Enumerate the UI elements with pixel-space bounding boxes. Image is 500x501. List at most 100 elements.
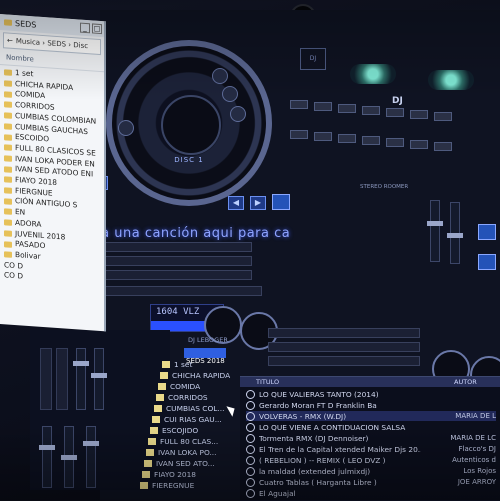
playlist-header: TITULO AUTOR [240,377,500,387]
mixer-button[interactable] [362,136,380,145]
folder-icon [144,460,152,467]
tree-item[interactable]: ESCOJIDO [150,426,198,435]
track-title: Gerardo Moran FT D Franklin Ba [259,400,377,410]
tree-item[interactable]: IVAN LOKA PO... [146,448,217,457]
mixer-button[interactable] [314,132,332,141]
track-title: la maldad (extended julmixdj) [259,466,371,476]
deck-knob[interactable] [222,86,238,102]
deck-knob[interactable] [230,106,246,122]
explorer-list: 1 set CHICHA RAPIDA COMIDA CORRIDOS CUMB… [0,65,104,288]
folder-icon [152,416,160,423]
track-icon [246,389,255,399]
tree-item-label: IVAN SED ATO... [156,459,215,468]
playlist-row[interactable]: Gerardo Moran FT D Franklin Ba [246,400,496,410]
folder-icon [4,144,12,152]
track-title: Cuatro Tablas ( Harganta Libre ) [259,477,377,487]
mixer-button[interactable] [410,140,428,149]
playlist-row[interactable]: LO QUE VIENE A CONTIDUACION SALSA [246,422,496,432]
control-row[interactable] [268,342,420,352]
track-title: El Aguajal [259,488,296,498]
tree-item[interactable]: 1 set [162,360,192,369]
control-row[interactable] [268,356,420,366]
mixer-panel: STEREO ROOMER [280,90,500,264]
tree-item-label: FULL 80 CLAS... [160,437,219,446]
play-button[interactable] [272,194,290,210]
tree-item[interactable]: CHICHA RAPIDA [160,371,230,380]
folder-icon [4,101,12,109]
tree-item[interactable]: FIAYO 2018 [142,470,196,479]
mixer-button[interactable] [386,108,404,117]
disc-label: DISC 1 [174,156,204,164]
side-button[interactable] [478,224,496,240]
mixer-button[interactable] [314,102,332,111]
tree-item[interactable]: CORRIDOS [156,393,208,402]
channel-fader[interactable] [427,200,443,262]
mixer-button[interactable] [386,138,404,147]
mixer-button[interactable] [290,130,308,139]
playlist-row[interactable]: VOLVERAS - RMX (W.DJ) MARIA DE L [246,411,496,421]
playlist-table: TITULO AUTOR LO QUE VALIERAS TANTO (2014… [240,376,500,501]
mixer-label: STEREO ROOMER [360,184,409,190]
side-button[interactable] [478,254,496,270]
tree-item[interactable]: COMIDA [158,382,200,391]
channel-fader[interactable] [447,202,463,264]
tree-item[interactable]: IVAN SED ATO... [144,459,215,468]
tree-item[interactable]: FULL 80 CLAS... [148,437,218,446]
column-title[interactable]: TITULO [256,378,279,386]
tree-selected[interactable]: SEDS 2018 [184,348,226,365]
tree-item[interactable]: CUI RIAS GAU... [152,415,222,424]
mixer-button[interactable] [362,106,380,115]
track-icon [246,477,255,487]
channel-fader[interactable] [83,426,99,488]
track-artist: MARIA DE L [455,412,496,420]
folder-icon [162,361,170,368]
folder-icon [4,80,12,87]
back-icon[interactable]: ← [7,33,13,47]
tree-item-label: FIEREGNUE [152,481,195,490]
track-icon [246,433,255,443]
tree-item[interactable]: FIEREGNUE [140,481,194,490]
minimize-button[interactable]: _ [80,22,90,34]
channel-fader[interactable] [91,348,107,410]
playlist-row[interactable]: El Aguajal [246,488,496,498]
tree-item[interactable]: CUMBIAS COL... [154,404,224,413]
mixer-button[interactable] [434,142,452,151]
prev-button[interactable]: ◀ [228,196,244,210]
tree-item-label: CUMBIAS COL... [166,404,225,413]
mixer-button[interactable] [290,100,308,109]
track-icon [246,411,255,421]
folder-icon [4,251,12,259]
track-icon [246,422,255,432]
platter-center [161,95,221,155]
channel-fader[interactable] [39,426,55,488]
tree-item-label: CHICHA RAPIDA [172,371,231,380]
track-title: El Tren de la Capital xtended Maiker Djs… [259,444,421,454]
playlist-row[interactable]: ( REBELION ) -- REMIX ( LEO DVZ ) Autenti… [246,455,496,465]
mixer-button[interactable] [410,110,428,119]
tree-item-label: FIAYO 2018 [154,470,196,479]
playlist-row[interactable]: la maldad (extended julmixdj) Los Rojos [246,466,496,476]
column-artist[interactable]: AUTOR [454,378,477,386]
bpm-value: 1604 VLZ [156,307,200,317]
deck-knob[interactable] [118,120,134,136]
playlist-row[interactable]: El Tren de la Capital xtended Maiker Djs… [246,444,496,454]
mixer-button[interactable] [434,112,452,121]
playlist-row[interactable]: LO QUE VALIERAS TANTO (2014) [246,389,496,399]
folder-icon [4,123,12,130]
channel-fader[interactable] [61,426,77,488]
list-item-label: EN [15,207,26,217]
app-logo: DJ [300,48,326,70]
vu-meter [40,348,52,410]
mixer-button[interactable] [338,134,356,143]
playlist-row[interactable]: Cuatro Tablas ( Harganta Libre ) JOE ARRO… [246,477,496,487]
track-title: Tormenta RMX (DJ Dennoiser) [259,433,369,443]
maximize-button[interactable]: □ [92,23,102,35]
next-button[interactable]: ▶ [250,196,266,210]
mixer-button[interactable] [338,104,356,113]
channel-fader[interactable] [73,348,89,410]
playlist-row[interactable]: Tormenta RMX (DJ Dennoiser) MARIA DE LC [246,433,496,443]
deck-knob[interactable] [212,68,228,84]
tree-item-label: CUI RIAS GAU... [164,415,222,424]
track-title: LO QUE VALIERAS TANTO (2014) [259,389,379,399]
control-row[interactable] [268,328,420,338]
